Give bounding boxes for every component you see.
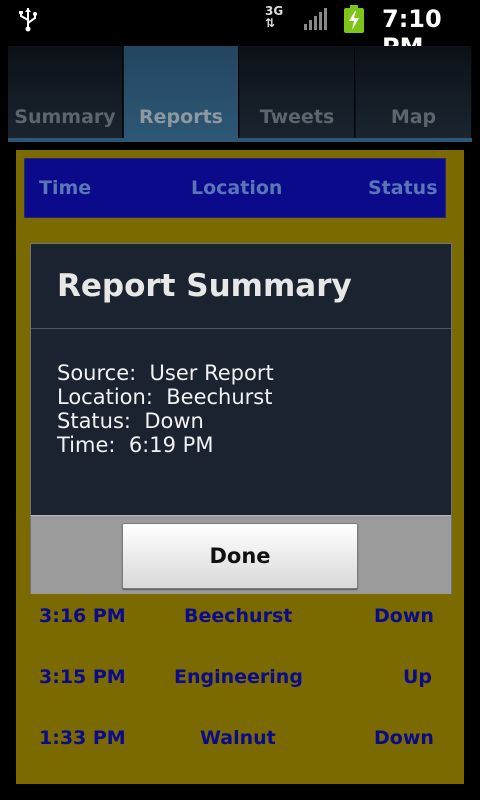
report-summary-dialog: Report Summary Source: User Report Locat… [30, 243, 452, 594]
table-header: Time Location Status [24, 158, 446, 218]
header-time: Time [39, 177, 92, 199]
table-row[interactable]: 1:33 PM Walnut Down [16, 727, 464, 767]
tab-tweets[interactable]: Tweets [240, 46, 355, 138]
row-time: 3:16 PM [39, 605, 126, 627]
row-location: Beechurst [184, 605, 293, 627]
dialog-location-line: Location: Beechurst [57, 385, 273, 409]
table-row[interactable]: 3:16 PM Beechurst Down [16, 605, 464, 645]
dialog-button-bar: Done [31, 515, 451, 594]
done-button[interactable]: Done [122, 523, 358, 589]
row-location: Engineering [174, 666, 303, 688]
tab-bar: Summary Reports Tweets Map [8, 46, 472, 142]
row-status: Down [374, 605, 434, 627]
tab-label: Summary [14, 106, 116, 128]
tab-summary[interactable]: Summary [8, 46, 123, 138]
row-status: Down [374, 727, 434, 749]
dialog-status-line: Status: Down [57, 409, 204, 433]
done-button-label: Done [209, 544, 271, 568]
header-status: Status [368, 177, 438, 199]
header-location: Location [191, 177, 283, 199]
signal-strength-icon [304, 8, 327, 30]
dialog-divider [31, 328, 451, 329]
row-time: 3:15 PM [39, 666, 126, 688]
tab-reports[interactable]: Reports [124, 46, 239, 138]
dialog-body: Source: User Report Location: Beechurst … [57, 361, 274, 457]
network-3g-icon: 3G ⇅ [265, 4, 284, 30]
battery-charging-icon [344, 5, 364, 33]
tab-label: Tweets [259, 106, 335, 128]
row-location: Walnut [200, 727, 276, 749]
tab-label: Map [390, 106, 437, 128]
tab-map[interactable]: Map [356, 46, 472, 138]
dialog-time-line: Time: 6:19 PM [57, 433, 214, 457]
row-status: Up [403, 666, 433, 688]
status-bar: 3G ⇅ 7:10 PM [0, 0, 480, 61]
dialog-title: Report Summary [57, 268, 352, 304]
row-time: 1:33 PM [39, 727, 126, 749]
tab-underline [8, 138, 472, 142]
tab-label: Reports [139, 106, 223, 128]
dialog-source-line: Source: User Report [57, 361, 274, 385]
usb-icon [19, 8, 37, 32]
table-row[interactable]: 3:15 PM Engineering Up [16, 666, 464, 706]
